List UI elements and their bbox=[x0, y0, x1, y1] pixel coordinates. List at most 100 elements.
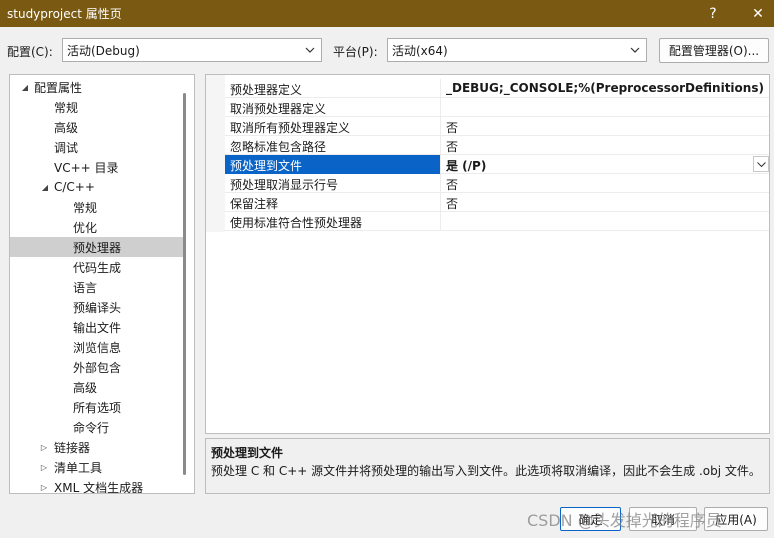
grid-gutter bbox=[206, 75, 225, 232]
tree-item-label: 浏览信息 bbox=[73, 340, 122, 355]
chevron-down-icon[interactable] bbox=[753, 156, 769, 172]
property-row[interactable]: 取消所有预处理器定义 否 bbox=[225, 117, 769, 136]
column-divider bbox=[440, 136, 441, 155]
property-name: 预处理到文件 bbox=[230, 159, 303, 173]
tree-item[interactable]: 所有选项 bbox=[10, 397, 184, 417]
tree-item[interactable]: 高级 bbox=[10, 377, 184, 397]
tree-item[interactable]: 高级 bbox=[10, 117, 184, 137]
property-row[interactable]: 保留注释 否 bbox=[225, 193, 769, 212]
platform-select[interactable]: 活动(x64) bbox=[387, 38, 647, 62]
collapse-arrow-icon[interactable]: ◢ bbox=[20, 77, 30, 97]
property-row[interactable]: 使用标准符合性预处理器 bbox=[225, 212, 769, 231]
property-value: _DEBUG;_CONSOLE;%(PreprocessorDefinition… bbox=[446, 81, 764, 95]
tree-item[interactable]: 常规 bbox=[10, 97, 184, 117]
tree-item-label: 输出文件 bbox=[73, 320, 122, 335]
window-title: studyproject 属性页 bbox=[7, 7, 122, 21]
tree-scrollbar[interactable] bbox=[183, 93, 186, 475]
chevron-down-icon bbox=[628, 43, 642, 57]
column-divider bbox=[440, 155, 441, 174]
column-divider bbox=[440, 193, 441, 212]
property-name: 预处理取消显示行号 bbox=[230, 178, 339, 192]
platform-value: 活动(x64) bbox=[392, 43, 448, 58]
tree-item-label: 调试 bbox=[54, 140, 79, 155]
tree-item[interactable]: ◢ 配置属性 bbox=[10, 77, 184, 97]
tree-item-label: 代码生成 bbox=[73, 260, 122, 275]
tree-item[interactable]: ▷ 清单工具 bbox=[10, 457, 184, 477]
tree-item[interactable]: 语言 bbox=[10, 277, 184, 297]
tree-item-label: 清单工具 bbox=[54, 460, 103, 475]
tree-item[interactable]: VC++ 目录 bbox=[10, 157, 184, 177]
platform-label: 平台(P): bbox=[333, 45, 378, 59]
config-label: 配置(C): bbox=[7, 45, 53, 59]
column-divider bbox=[440, 212, 441, 231]
tree-item[interactable]: 预处理器 bbox=[10, 237, 184, 257]
tree-item[interactable]: ◢ C/C++ bbox=[10, 177, 184, 197]
tree-item[interactable]: 浏览信息 bbox=[10, 337, 184, 357]
description-panel: 预处理到文件 预处理 C 和 C++ 源文件并将预处理的输出写入到文件。此选项将… bbox=[205, 438, 770, 494]
property-row[interactable]: 取消预处理器定义 bbox=[225, 98, 769, 117]
tree-item-label: 常规 bbox=[54, 100, 79, 115]
property-tree: ◢ 配置属性 常规 高级 调试 VC++ 目录 ◢ C/C++ 常规 优化 预处理器 代码生成 语言 预编… bbox=[9, 74, 195, 494]
tree-item[interactable]: 代码生成 bbox=[10, 257, 184, 277]
tree-item-label: 预编译头 bbox=[73, 300, 122, 315]
property-row[interactable]: 预处理器定义 _DEBUG;_CONSOLE;%(PreprocessorDefi… bbox=[225, 79, 769, 98]
property-grid: 预处理器定义 _DEBUG;_CONSOLE;%(PreprocessorDefi… bbox=[205, 74, 770, 434]
tree-item-label: 高级 bbox=[54, 120, 79, 135]
expand-arrow-icon[interactable]: ▷ bbox=[39, 437, 49, 457]
property-name: 取消预处理器定义 bbox=[230, 102, 327, 116]
tree-item-label: 常规 bbox=[73, 200, 98, 215]
tree-item[interactable]: 常规 bbox=[10, 197, 184, 217]
property-row[interactable]: 预处理取消显示行号 否 bbox=[225, 174, 769, 193]
property-name: 忽略标准包含路径 bbox=[230, 140, 327, 154]
description-text: 预处理 C 和 C++ 源文件并将预处理的输出写入到文件。此选项将取消编译，因此… bbox=[211, 464, 761, 478]
tree-item[interactable]: 优化 bbox=[10, 217, 184, 237]
tree-item[interactable]: ▷ XML 文档生成器 bbox=[10, 477, 184, 494]
chevron-down-icon bbox=[303, 43, 317, 57]
tree-item[interactable]: 命令行 bbox=[10, 417, 184, 437]
property-value: 否 bbox=[446, 178, 459, 192]
help-button[interactable]: ? bbox=[693, 0, 733, 27]
property-row[interactable]: 忽略标准包含路径 否 bbox=[225, 136, 769, 155]
tree-item-label: 预处理器 bbox=[73, 240, 122, 255]
tree-item-label: 高级 bbox=[73, 380, 98, 395]
tree-item-label: 所有选项 bbox=[73, 400, 122, 415]
expand-arrow-icon[interactable]: ▷ bbox=[39, 457, 49, 477]
tree-item[interactable]: 预编译头 bbox=[10, 297, 184, 317]
close-button[interactable]: ✕ bbox=[738, 0, 774, 27]
collapse-arrow-icon[interactable]: ◢ bbox=[40, 177, 50, 197]
expand-arrow-icon[interactable]: ▷ bbox=[39, 477, 49, 493]
tree-item-label: XML 文档生成器 bbox=[54, 480, 144, 494]
cancel-button[interactable]: 取消 bbox=[629, 507, 697, 531]
tree-item[interactable]: 调试 bbox=[10, 137, 184, 157]
apply-button[interactable]: 应用(A) bbox=[704, 507, 768, 531]
column-divider bbox=[440, 174, 441, 193]
tree-item-label: C/C++ bbox=[54, 180, 95, 194]
tree-item-label: 语言 bbox=[73, 280, 98, 295]
property-value[interactable]: 是 (/P) bbox=[446, 157, 486, 174]
tree-item-label: 命令行 bbox=[73, 420, 110, 435]
property-row[interactable]: 预处理到文件 是 (/P) bbox=[225, 155, 769, 174]
tree-item[interactable]: 外部包含 bbox=[10, 357, 184, 377]
property-name: 保留注释 bbox=[230, 197, 279, 211]
property-name: 取消所有预处理器定义 bbox=[230, 121, 351, 135]
property-name: 预处理器定义 bbox=[230, 83, 303, 97]
column-divider bbox=[440, 98, 441, 117]
config-manager-button[interactable]: 配置管理器(O)... bbox=[659, 38, 769, 63]
tree-item-label: 配置属性 bbox=[34, 80, 83, 95]
column-divider bbox=[440, 117, 441, 136]
description-title: 预处理到文件 bbox=[211, 446, 284, 460]
tree-item-label: 外部包含 bbox=[73, 360, 122, 375]
property-name: 使用标准符合性预处理器 bbox=[230, 216, 363, 230]
title-bar: studyproject 属性页 ? ✕ bbox=[0, 0, 774, 27]
tree-item[interactable]: 输出文件 bbox=[10, 317, 184, 337]
ok-button[interactable]: 确定 bbox=[560, 507, 621, 531]
tree-item[interactable]: ▷ 链接器 bbox=[10, 437, 184, 457]
config-bar: 配置(C): 活动(Debug) 平台(P): 活动(x64) 配置管理器(O)… bbox=[0, 38, 774, 64]
column-divider bbox=[440, 79, 441, 98]
config-value: 活动(Debug) bbox=[67, 43, 140, 58]
tree-item-label: 链接器 bbox=[54, 440, 91, 455]
property-value: 否 bbox=[446, 197, 459, 211]
property-value: 否 bbox=[446, 140, 459, 154]
config-select[interactable]: 活动(Debug) bbox=[62, 38, 322, 62]
tree-item-label: VC++ 目录 bbox=[54, 160, 119, 175]
